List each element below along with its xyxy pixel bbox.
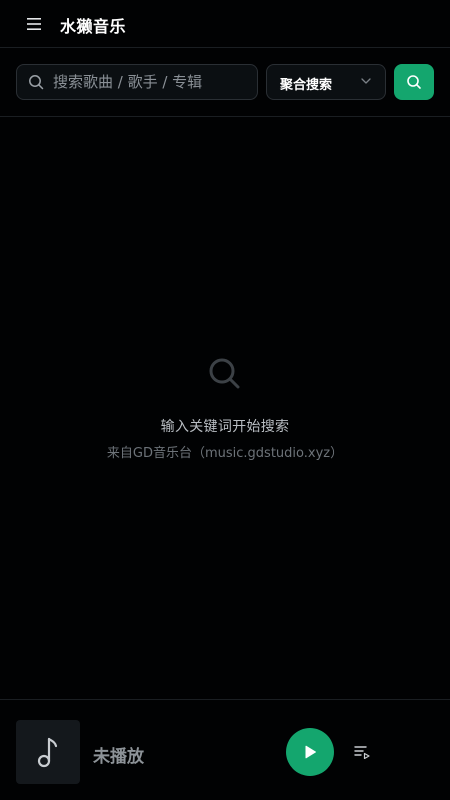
chevron-down-icon	[361, 78, 371, 84]
app-title: 水獭音乐	[60, 17, 127, 36]
search-button[interactable]	[394, 64, 434, 100]
play-icon	[305, 745, 316, 759]
player-bar: 未播放	[0, 699, 450, 800]
empty-state-subtitle: 来自GD音乐台（music.gdstudio.xyz）	[106, 446, 344, 461]
empty-search-icon	[209, 358, 240, 389]
search-field[interactable]	[16, 64, 258, 100]
playlist-button[interactable]	[352, 742, 372, 762]
search-input[interactable]	[53, 65, 253, 99]
empty-state: 输入关键词开始搜索 来自GD音乐台（music.gdstudio.xyz）	[0, 354, 450, 461]
album-cover[interactable]	[16, 720, 80, 784]
menu-button[interactable]	[24, 14, 44, 34]
hamburger-menu-icon	[27, 18, 41, 30]
playlist-icon	[354, 746, 370, 759]
play-button[interactable]	[286, 728, 334, 776]
search-icon	[407, 75, 421, 89]
empty-state-title: 输入关键词开始搜索	[160, 419, 290, 435]
app-root: 水獭音乐 聚合搜索 输入关键词开始搜索	[0, 0, 450, 800]
search-mode-select[interactable]: 聚合搜索	[266, 64, 386, 100]
search-bar: 聚合搜索	[0, 48, 450, 117]
app-header: 水獭音乐	[0, 0, 450, 48]
search-mode-label: 聚合搜索	[280, 78, 333, 93]
music-note-icon	[37, 737, 58, 768]
search-icon	[29, 75, 44, 90]
now-playing-title: 未播放	[93, 747, 144, 767]
